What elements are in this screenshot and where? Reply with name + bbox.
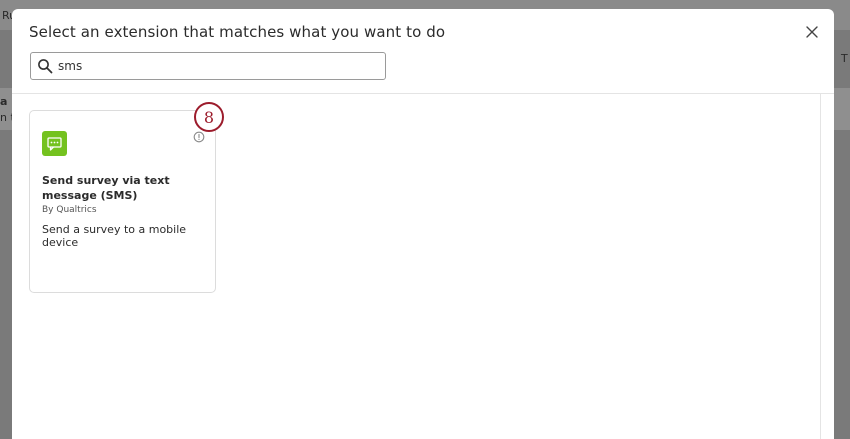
extension-author: By Qualtrics	[42, 205, 97, 215]
extension-picker-modal: Select an extension that matches what yo…	[12, 9, 834, 439]
extension-title: Send survey via text message (SMS)	[42, 174, 170, 202]
chat-bubble-icon	[47, 136, 62, 151]
search-input[interactable]	[58, 56, 378, 76]
background-text: T	[841, 52, 848, 65]
close-button[interactable]	[802, 22, 822, 42]
extension-description: Send a survey to a mobile device	[42, 223, 187, 249]
extension-card[interactable]: Send survey via text message (SMS) By Qu…	[29, 110, 216, 293]
step-number-badge: 8	[194, 102, 224, 132]
modal-header: Select an extension that matches what yo…	[12, 9, 834, 94]
modal-title: Select an extension that matches what yo…	[29, 23, 446, 41]
search-box[interactable]	[30, 52, 386, 80]
close-icon	[806, 26, 818, 38]
search-icon	[38, 59, 53, 74]
info-icon[interactable]	[193, 131, 205, 143]
scroll-divider	[820, 93, 821, 439]
extension-logo	[42, 131, 67, 156]
background-text: a	[0, 95, 8, 108]
